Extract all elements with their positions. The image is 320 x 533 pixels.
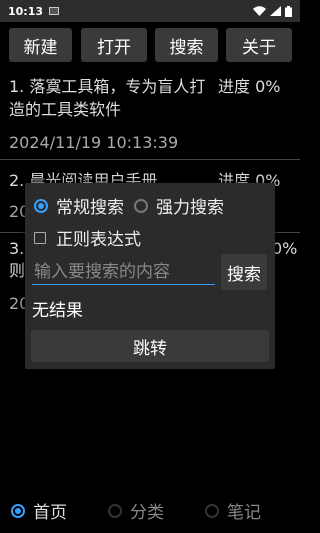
- search-mode-row: 常规搜索 强力搜索: [34, 193, 224, 218]
- strong-search-label[interactable]: 强力搜索: [156, 193, 224, 218]
- dialog-search-button[interactable]: 搜索: [221, 254, 267, 290]
- normal-search-label[interactable]: 常规搜索: [56, 193, 124, 218]
- nav-notes-radio: [205, 503, 219, 518]
- item-title: 1. 落寞工具箱，专为盲人打造的工具类软件: [9, 77, 206, 119]
- nav-notes-label: 笔记: [227, 503, 261, 523]
- nav-category[interactable]: 分类: [108, 498, 164, 523]
- bottom-nav: 首页 分类 笔记: [0, 498, 300, 528]
- jump-button[interactable]: 跳转: [31, 330, 269, 362]
- status-bar: 10:13: [0, 0, 300, 22]
- item-progress: 0%: [272, 239, 298, 258]
- nav-home-radio: [11, 503, 25, 518]
- search-input[interactable]: [32, 259, 215, 285]
- search-dialog: 常规搜索 强力搜索 正则表达式 搜索 无结果 跳转: [25, 183, 275, 369]
- nav-category-radio: [108, 503, 122, 518]
- regex-checkbox[interactable]: [34, 231, 46, 244]
- status-icons: [253, 5, 292, 17]
- signal-icon: [270, 6, 281, 16]
- search-button[interactable]: 搜索: [155, 28, 218, 62]
- open-button[interactable]: 打开: [81, 28, 147, 62]
- wifi-icon: [253, 6, 266, 16]
- normal-search-radio[interactable]: [34, 198, 48, 213]
- result-text: 无结果: [32, 301, 83, 321]
- status-time: 10:13: [8, 4, 44, 18]
- toolbar: 新建 打开 搜索 关于: [0, 28, 300, 62]
- nav-notes[interactable]: 笔记: [205, 498, 261, 523]
- battery-icon: [285, 5, 292, 17]
- nav-home-label: 首页: [33, 503, 67, 523]
- regex-row: 正则表达式: [34, 225, 141, 250]
- divider: [0, 159, 300, 160]
- list-item[interactable]: 1. 落寞工具箱，专为盲人打造的工具类软件 进度 0% 2024/11/19 1…: [0, 70, 300, 160]
- new-button[interactable]: 新建: [9, 28, 72, 62]
- nav-home[interactable]: 首页: [11, 498, 67, 523]
- regex-label[interactable]: 正则表达式: [56, 225, 141, 250]
- about-button[interactable]: 关于: [226, 28, 292, 62]
- strong-search-radio[interactable]: [134, 198, 148, 213]
- notification-icon: [49, 7, 60, 15]
- nav-category-label: 分类: [130, 503, 164, 523]
- item-date: 2024/11/19 10:13:39: [9, 133, 179, 152]
- item-progress: 进度 0%: [218, 77, 281, 96]
